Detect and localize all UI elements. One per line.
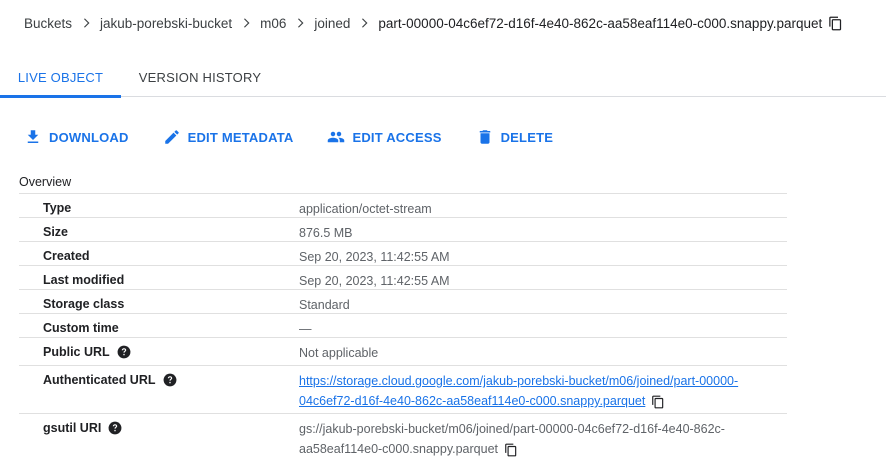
detail-row-last-modified: Last modified Sep 20, 2023, 11:42:55 AM [19,266,787,290]
breadcrumb-buckets[interactable]: Buckets [24,16,72,31]
help-icon[interactable] [117,345,131,359]
detail-row-public-url: Public URL Not applicable [19,338,787,366]
detail-key: Public URL [19,338,299,365]
download-icon [27,130,39,143]
detail-value: application/octet-stream [299,202,432,216]
help-icon[interactable] [163,373,177,387]
detail-key: Created [43,249,90,263]
detail-value: 876.5 MB [299,226,353,240]
detail-key: Custom time [43,321,119,335]
authenticated-url-link-line1[interactable]: https://storage.cloud.google.com/jakub-p… [299,371,787,391]
chevron-right-icon [350,16,378,30]
breadcrumb-folder-joined[interactable]: joined [314,16,350,31]
copy-icon[interactable] [504,443,518,457]
tab-bar: LIVE OBJECT VERSION HISTORY [0,58,886,98]
detail-value: https://storage.cloud.google.com/jakub-p… [299,366,787,413]
detail-row-storage-class: Storage class Standard [19,290,787,314]
detail-value: Not applicable [299,346,379,360]
delete-label: DELETE [500,129,554,145]
overview-heading: Overview [19,170,787,194]
edit-access-label: EDIT ACCESS [352,129,442,145]
breadcrumb-bucket[interactable]: jakub-porebski-bucket [100,16,232,31]
gsutil-uri-line2: aa58eaf114e0-c000.snappy.parquet [299,442,499,456]
detail-row-size: Size 876.5 MB [19,218,787,242]
detail-value: gs://jakub-porebski-bucket/m06/joined/pa… [299,414,787,458]
people-icon [328,131,345,143]
action-toolbar: DOWNLOAD EDIT METADATA EDIT ACCESS DELET… [24,126,587,148]
pencil-icon [164,130,179,144]
trash-icon [479,130,490,144]
copy-icon[interactable] [828,16,843,31]
chevron-right-icon [286,16,314,30]
detail-key: Authenticated URL [19,366,299,413]
chevron-right-icon [232,16,260,30]
detail-key: Type [43,201,72,215]
detail-row-type: Type application/octet-stream [19,194,787,218]
authenticated-url-link-line2[interactable]: 04c6ef72-d16f-4e40-862c-aa58eaf114e0-c00… [299,394,645,408]
detail-row-created: Created Sep 20, 2023, 11:42:55 AM [19,242,787,266]
detail-key: Last modified [43,273,125,287]
detail-value: Sep 20, 2023, 11:42:55 AM [299,250,450,264]
detail-value: Sep 20, 2023, 11:42:55 AM [299,274,450,288]
edit-metadata-button[interactable]: EDIT METADATA [163,128,294,146]
detail-row-gsutil-uri: gsutil URI gs://jakub-porebski-bucket/m0… [19,414,787,458]
detail-key: Storage class [43,297,125,311]
detail-key: Size [43,225,69,239]
chevron-right-icon [72,16,100,30]
download-label: DOWNLOAD [49,129,129,145]
edit-metadata-label: EDIT METADATA [187,129,294,145]
detail-value: — [299,322,312,336]
detail-row-authenticated-url: Authenticated URL https://storage.cloud.… [19,366,787,414]
tab-version-history[interactable]: VERSION HISTORY [121,58,279,97]
gsutil-uri-line1: gs://jakub-porebski-bucket/m06/joined/pa… [299,422,725,436]
breadcrumb-folder-m06[interactable]: m06 [260,16,286,31]
breadcrumb-current-object: part-00000-04c6ef72-d16f-4e40-862c-aa58e… [378,15,823,31]
detail-row-custom-time: Custom time — [19,314,787,338]
detail-key: gsutil URI [19,414,299,458]
breadcrumb: Buckets jakub-porebski-bucket m06 joined… [24,13,843,33]
download-button[interactable]: DOWNLOAD [24,128,129,146]
detail-value: Standard [299,298,350,312]
edit-access-button[interactable]: EDIT ACCESS [327,128,441,146]
tab-live-object[interactable]: LIVE OBJECT [0,58,121,98]
help-icon[interactable] [108,421,122,435]
copy-icon[interactable] [651,395,665,409]
object-details-page: Buckets jakub-porebski-bucket m06 joined… [0,0,886,460]
delete-button[interactable]: DELETE [476,128,553,146]
object-details-table: Overview Type application/octet-stream S… [19,170,787,458]
